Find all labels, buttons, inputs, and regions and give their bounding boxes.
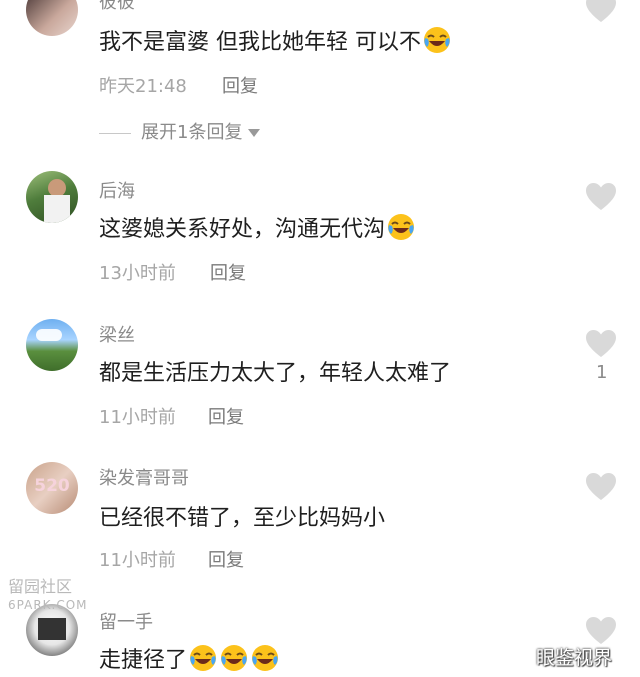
heart-icon[interactable] — [585, 182, 617, 212]
divider — [99, 132, 131, 134]
reply-button[interactable]: 回复 — [222, 72, 258, 98]
heart-icon[interactable] — [585, 0, 617, 24]
laugh-emoji-icon — [422, 25, 452, 55]
comment-time: 11小时前 — [99, 550, 176, 571]
username[interactable]: 彼彼 — [99, 0, 135, 14]
laugh-emoji-icon — [250, 643, 280, 673]
comment-text-content: 走捷径了 — [99, 648, 188, 673]
reply-button[interactable]: 回复 — [208, 403, 244, 429]
avatar-label: 520 — [34, 476, 70, 496]
comment-text: 这婆媳关系好处，沟通无代沟 — [99, 211, 416, 243]
watermark-text: 留园社区 — [8, 577, 73, 596]
comment-text: 我不是富婆 但我比她年轻 可以不 — [99, 24, 452, 56]
laugh-emoji-icon — [219, 643, 249, 673]
watermark-domain: 6PARK.COM — [8, 598, 88, 612]
chevron-down-icon — [248, 129, 261, 137]
avatar[interactable] — [26, 0, 78, 36]
reply-button[interactable]: 回复 — [210, 259, 246, 285]
heart-icon[interactable] — [585, 616, 617, 646]
username[interactable]: 后海 — [99, 177, 135, 203]
watermark-brand: 眼鉴视界 — [536, 647, 613, 669]
like-count: 1 — [596, 362, 608, 383]
avatar[interactable] — [26, 171, 78, 223]
heart-icon[interactable] — [585, 329, 617, 359]
expand-replies-label: 展开1条回复 — [141, 122, 243, 143]
laugh-emoji-icon — [386, 212, 416, 242]
username[interactable]: 染发膏哥哥 — [99, 464, 189, 490]
reply-button[interactable]: 回复 — [208, 546, 244, 572]
comment-text-content: 都是生活压力太大了，年轻人太难了 — [99, 361, 452, 386]
expand-replies-button[interactable]: 展开1条回复 — [99, 118, 261, 144]
watermark-6park: 留园社区 6PARK.COM — [8, 578, 88, 614]
username[interactable]: 留一手 — [99, 608, 153, 634]
comment-time: 13小时前 — [99, 263, 176, 284]
heart-icon[interactable] — [585, 472, 617, 502]
comment-time: 昨天21:48 — [99, 76, 187, 97]
comment-time: 11小时前 — [99, 407, 176, 428]
laugh-emoji-icon — [188, 643, 218, 673]
comment-text: 走捷径了 — [99, 642, 280, 674]
comment-text: 都是生活压力太大了，年轻人太难了 — [99, 355, 451, 387]
comment-text-content: 这婆媳关系好处，沟通无代沟 — [99, 217, 386, 242]
avatar[interactable]: 520 — [26, 462, 78, 514]
comment-text-content: 已经很不错了，至少比妈妈小 — [99, 506, 386, 531]
comment-text: 已经很不错了，至少比妈妈小 — [99, 500, 385, 532]
username[interactable]: 梁丝 — [99, 321, 135, 347]
comment-text-content: 我不是富婆 但我比她年轻 可以不 — [99, 30, 421, 55]
avatar[interactable] — [26, 319, 78, 371]
